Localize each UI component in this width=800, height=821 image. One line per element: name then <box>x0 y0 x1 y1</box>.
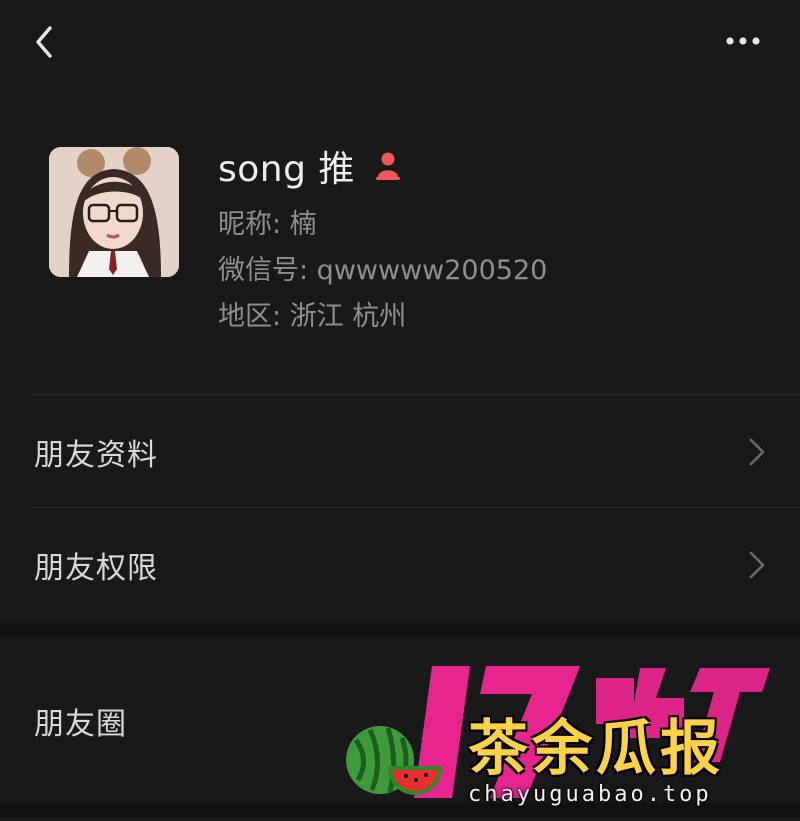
name-row: song 推 <box>218 140 403 192</box>
menu-item-label: 朋友权限 <box>34 551 158 586</box>
more-horizontal-icon <box>726 37 760 45</box>
chevron-right-icon <box>749 551 765 579</box>
menu-item-friend-permissions[interactable]: 朋友权限 <box>0 510 800 620</box>
menu-item-label: 朋友资料 <box>34 438 158 473</box>
avatar[interactable] <box>49 147 179 277</box>
section-gap <box>0 623 800 637</box>
menu-item-label: 朋友圈 <box>34 707 127 742</box>
divider <box>32 394 800 395</box>
more-options-button[interactable] <box>718 26 770 56</box>
back-button[interactable] <box>26 20 66 64</box>
female-gender-icon <box>375 152 400 180</box>
region-text: 地区: 浙江 杭州 <box>218 301 407 332</box>
avatar-illustration <box>49 147 179 277</box>
nickname-text: 昵称: 楠 <box>218 209 317 240</box>
watermark-title: 茶余瓜报 <box>468 714 724 784</box>
wechat-id-text: 微信号: qwwwww200520 <box>218 255 548 286</box>
divider <box>32 507 800 508</box>
watermark-site: chayuguabao.top <box>468 782 712 807</box>
display-name: song 推 <box>218 149 355 190</box>
chevron-right-icon <box>749 438 765 466</box>
menu-item-friend-profile[interactable]: 朋友资料 <box>0 397 800 507</box>
top-bar <box>0 0 800 90</box>
chevron-left-icon <box>36 26 52 58</box>
